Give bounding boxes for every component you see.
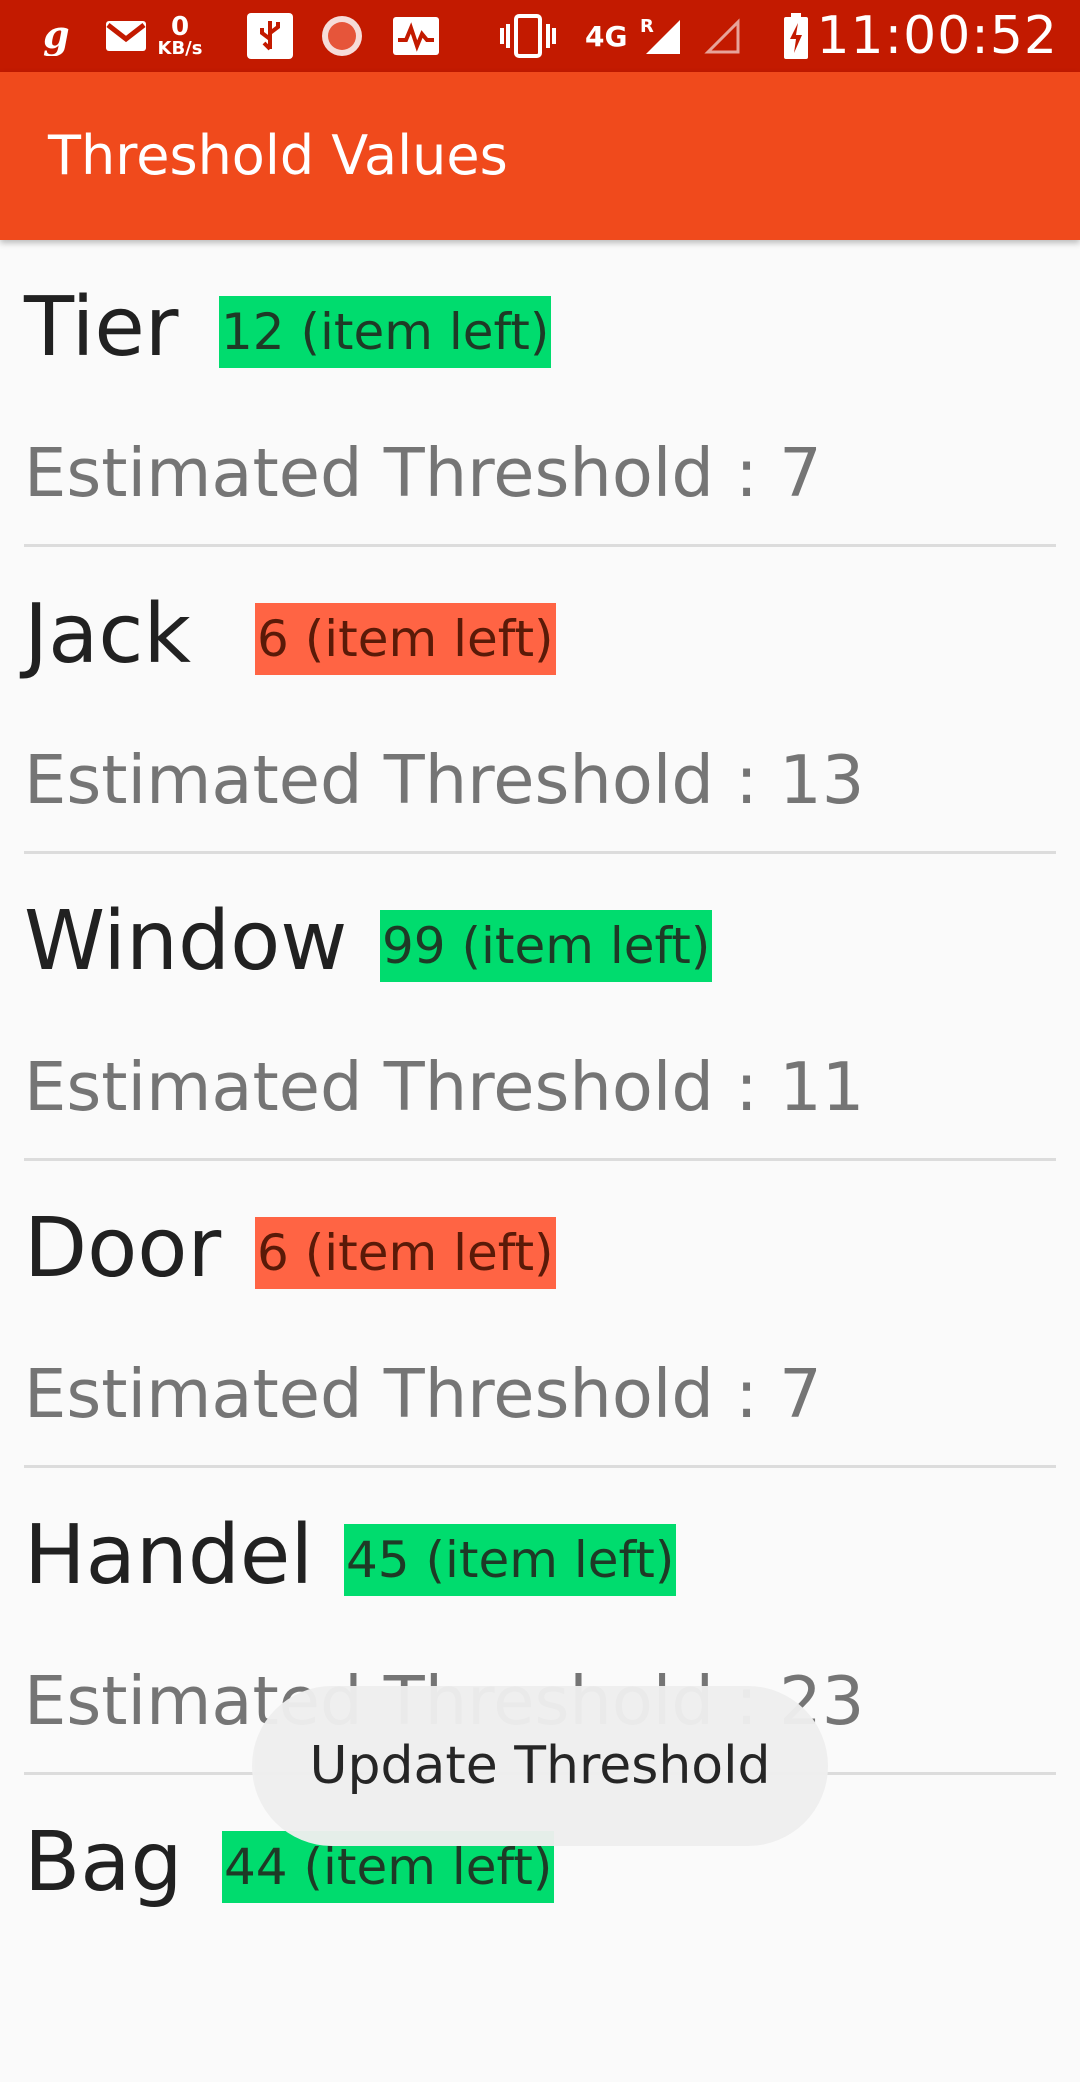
stock-badge: 6 (item left) — [255, 1217, 556, 1289]
list-item[interactable]: Jack 6 (item left) Estimated Threshold :… — [0, 547, 1080, 854]
list-item[interactable]: Door 6 (item left) Estimated Threshold :… — [0, 1161, 1080, 1468]
activity-icon — [390, 0, 442, 72]
estimated-threshold: Estimated Threshold : 13 — [24, 741, 865, 819]
svg-text:g: g — [43, 16, 69, 56]
stock-badge: 45 (item left) — [344, 1524, 677, 1596]
page-title: Threshold Values — [48, 124, 508, 187]
list-item[interactable]: Tier 12 (item left) Estimated Threshold … — [0, 240, 1080, 547]
item-name: Handel — [24, 1508, 314, 1603]
glance-icon: g — [36, 0, 72, 72]
list-item[interactable]: Window 99 (item left) Estimated Threshol… — [0, 854, 1080, 1161]
stock-badge: 6 (item left) — [255, 603, 556, 675]
signal-empty-icon — [700, 0, 744, 72]
signal-icon — [640, 0, 684, 72]
item-name: Tier — [24, 280, 179, 375]
circle-app-icon — [318, 0, 366, 72]
item-name: Window — [24, 894, 348, 989]
network-speed: 0 KB/s — [157, 12, 203, 59]
usb-icon — [244, 0, 296, 72]
status-time: 11:00:52 — [816, 6, 1058, 66]
vibrate-icon — [500, 0, 556, 72]
stock-badge: 12 (item left) — [219, 296, 552, 368]
item-name: Door — [24, 1201, 222, 1296]
estimated-threshold: Estimated Threshold : 7 — [24, 434, 822, 512]
estimated-threshold: Estimated Threshold : 7 — [24, 1355, 822, 1433]
status-bar: g 0 KB/s 4G R 11:00:52 — [0, 0, 1080, 72]
estimated-threshold: Estimated Threshold : 11 — [24, 1048, 865, 1126]
network-type: 4G — [585, 19, 628, 53]
battery-charging-icon — [780, 0, 812, 72]
item-name: Jack — [24, 587, 192, 682]
app-bar: Threshold Values — [0, 72, 1080, 240]
toast-message: Update Threshold — [252, 1686, 828, 1846]
stock-badge: 99 (item left) — [380, 910, 713, 982]
gmail-icon — [102, 0, 150, 72]
item-name: Bag — [24, 1815, 183, 1910]
